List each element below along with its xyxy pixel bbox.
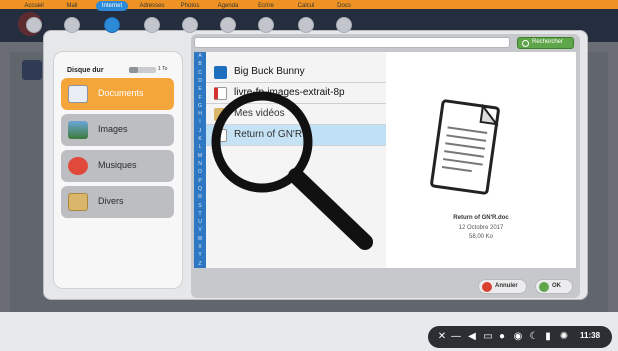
file-row[interactable]: Big Buck Bunny [206, 62, 386, 83]
volume-icon[interactable]: ◀ [466, 331, 478, 343]
home-icon [26, 17, 42, 33]
taskbar-label: Photos [180, 3, 200, 9]
taskbar-label: Docs [337, 3, 351, 9]
screen: Disque dur 1 To Documents Images Musique… [0, 0, 618, 351]
images-icon [68, 121, 88, 139]
category-music[interactable]: Musiques [61, 150, 174, 182]
ok-button[interactable]: OK [535, 279, 573, 294]
taskbar-item-internet[interactable]: Internet [92, 0, 132, 39]
trash-icon[interactable]: ▮ [542, 331, 554, 343]
mail-icon [64, 17, 80, 33]
taskbar-item-photos[interactable]: Photos [170, 0, 210, 39]
video-file-icon [214, 66, 227, 79]
cancel-icon [482, 282, 492, 292]
record-icon[interactable]: ● [496, 331, 508, 343]
calendar-icon [220, 17, 236, 33]
magnifying-glass-icon [211, 91, 373, 250]
search-button-label: Rechercher [532, 39, 564, 45]
gear-icon[interactable]: ✺ [558, 331, 570, 343]
ok-button-label: OK [552, 283, 561, 289]
category-label: Documents [98, 88, 144, 98]
category-label: Divers [98, 196, 124, 206]
calculator-icon [298, 17, 314, 33]
search-icon [522, 40, 529, 47]
docs-icon [336, 17, 352, 33]
alphabet-letter[interactable]: D [194, 78, 206, 84]
taskbar-item-docs[interactable]: Docs [324, 0, 364, 39]
alphabet-letter[interactable]: C [194, 70, 206, 76]
globe-icon [104, 17, 120, 33]
taskbar-item-accueil[interactable]: Accueil [14, 0, 54, 39]
category-images[interactable]: Images [61, 114, 174, 146]
taskbar-label: Calcul [297, 3, 315, 9]
settings-icon[interactable]: ◉ [512, 331, 524, 343]
category-label: Musiques [98, 160, 137, 170]
clock: 11:38 [580, 331, 601, 340]
taskbar-label: Mail [66, 3, 78, 9]
moon-icon[interactable]: ☾ [528, 331, 540, 343]
taskbar-label: Adresses [139, 3, 165, 9]
search-button[interactable]: Rechercher [517, 37, 574, 49]
alphabet-letter[interactable]: A [194, 53, 206, 59]
write-icon [258, 17, 274, 33]
taskbar-label: Internet [101, 3, 123, 9]
category-label: Images [98, 124, 128, 134]
music-icon [68, 157, 88, 175]
cancel-button-label: Annuler [495, 283, 518, 289]
photo-icon [182, 17, 198, 33]
document-preview-icon [430, 99, 500, 195]
preview-file-name: Return of GN'R.doc [453, 215, 509, 221]
category-documents[interactable]: Documents [61, 78, 174, 110]
taskbar-label: Agenda [217, 3, 239, 9]
taskbar-item-ecrire[interactable]: Ecrire [246, 0, 286, 39]
check-icon [539, 282, 549, 292]
category-divers[interactable]: Divers [61, 186, 174, 218]
taskbar-item-adresses[interactable]: Adresses [132, 0, 172, 39]
disk-usage-bar [129, 67, 156, 73]
contacts-icon [144, 17, 160, 33]
disk-usage-fill [129, 67, 139, 73]
preview-file-size: 58,00 Ko [468, 234, 494, 240]
minus-icon[interactable]: — [450, 331, 462, 343]
folder-icon [68, 193, 88, 211]
alphabet-letter[interactable]: B [194, 61, 206, 67]
taskbar-label: Accueil [24, 3, 44, 9]
disk-size: 1 To [158, 66, 168, 72]
window-icon[interactable]: ▭ [482, 331, 494, 343]
tools-icon[interactable]: ✕ [436, 331, 448, 343]
disk-label: Disque dur [67, 67, 104, 74]
file-name: Big Buck Bunny [234, 66, 305, 77]
documents-icon [68, 85, 88, 103]
alphabet-letter[interactable]: Z [194, 261, 206, 267]
taskbar-item-mail[interactable]: Mail [52, 0, 92, 39]
preview-file-date: 12 Octobre 2017 [458, 225, 504, 231]
taskbar-item-calcul[interactable]: Calcul [286, 0, 326, 39]
taskbar-item-agenda[interactable]: Agenda [208, 0, 248, 39]
cancel-button[interactable]: Annuler [478, 279, 527, 294]
taskbar-label: Ecrire [258, 3, 274, 9]
